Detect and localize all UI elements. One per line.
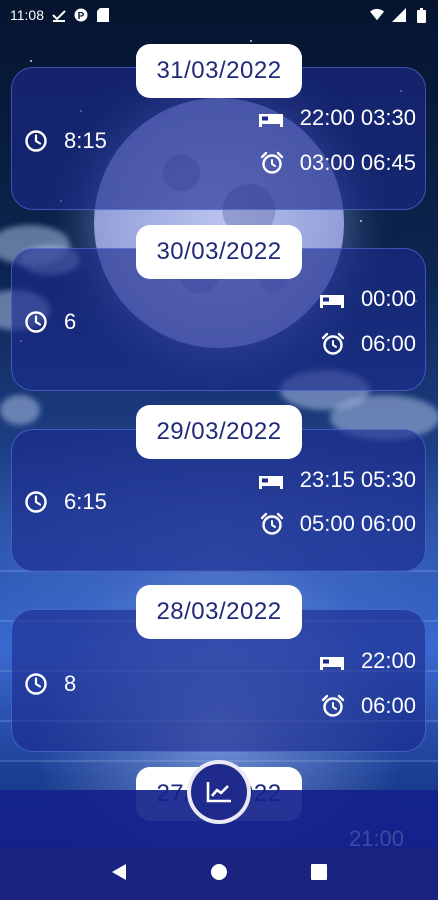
sleep-time-value: 23:15 05:30 (299, 467, 416, 492)
sleep-time-value: 00:00 (360, 286, 416, 311)
sleep-time-row: 00:00 (319, 286, 416, 312)
bed-icon (319, 657, 344, 670)
entry-date: 29/03/2022 (136, 405, 302, 459)
alarm-icon (260, 151, 283, 174)
recents-icon[interactable] (310, 863, 327, 885)
entry-duration: 8:15 (24, 128, 107, 154)
svg-text:P: P (78, 11, 85, 22)
duration-value: 6:15 (64, 489, 107, 514)
entry-date: 28/03/2022 (136, 585, 302, 639)
alarm-time-row: 05:00 06:00 (260, 511, 416, 537)
status-time: 11:08 (10, 7, 44, 23)
sleep-time-value: 22:00 03:30 (299, 105, 416, 130)
signal-icon (392, 8, 406, 22)
duration-value: 8:15 (64, 128, 107, 153)
alarm-time-value: 06:00 (360, 331, 416, 356)
sleep-time-row: 23:15 05:30 (258, 467, 416, 493)
clock-icon (25, 491, 47, 513)
bed-icon (258, 114, 283, 127)
clock-icon (25, 673, 47, 695)
alarm-time-row: 06:00 (321, 331, 416, 357)
alarm-time-row: 03:00 06:45 (260, 150, 416, 176)
wifi-icon (370, 8, 384, 22)
sleep-time-value: 22:00 (360, 648, 416, 673)
chart-icon (206, 782, 231, 803)
entry-date: 30/03/2022 (136, 225, 302, 279)
home-icon[interactable] (210, 863, 228, 886)
alarm-time-row: 06:00 (321, 693, 416, 719)
statistics-button[interactable] (187, 760, 251, 824)
back-icon[interactable] (111, 863, 127, 886)
system-navigation-bar (0, 848, 438, 900)
clock-icon (25, 311, 47, 333)
bed-icon (319, 295, 344, 308)
entry-duration: 8 (24, 671, 76, 697)
alarm-icon (260, 512, 283, 535)
alarm-time-value: 03:00 06:45 (299, 150, 416, 175)
alarm-time-value: 05:00 06:00 (299, 511, 416, 536)
duration-value: 6 (64, 309, 77, 334)
entry-date: 31/03/2022 (136, 44, 302, 98)
bed-icon (258, 476, 283, 489)
duration-value: 8 (64, 671, 77, 696)
entry-duration: 6:15 (24, 489, 107, 515)
battery-icon (414, 7, 428, 23)
alarm-time-value: 06:00 (360, 693, 416, 718)
entry-duration: 6 (24, 309, 76, 335)
status-bar: 11:08 P (0, 0, 438, 30)
p-badge-icon: P (74, 8, 88, 22)
sd-card-icon (96, 8, 110, 22)
check-download-icon (52, 8, 66, 22)
sleep-time-row: 22:00 03:30 (258, 105, 416, 131)
clock-icon (25, 130, 47, 152)
alarm-icon (321, 694, 345, 717)
alarm-icon (321, 332, 345, 355)
sleep-time-row: 22:00 (319, 648, 416, 674)
